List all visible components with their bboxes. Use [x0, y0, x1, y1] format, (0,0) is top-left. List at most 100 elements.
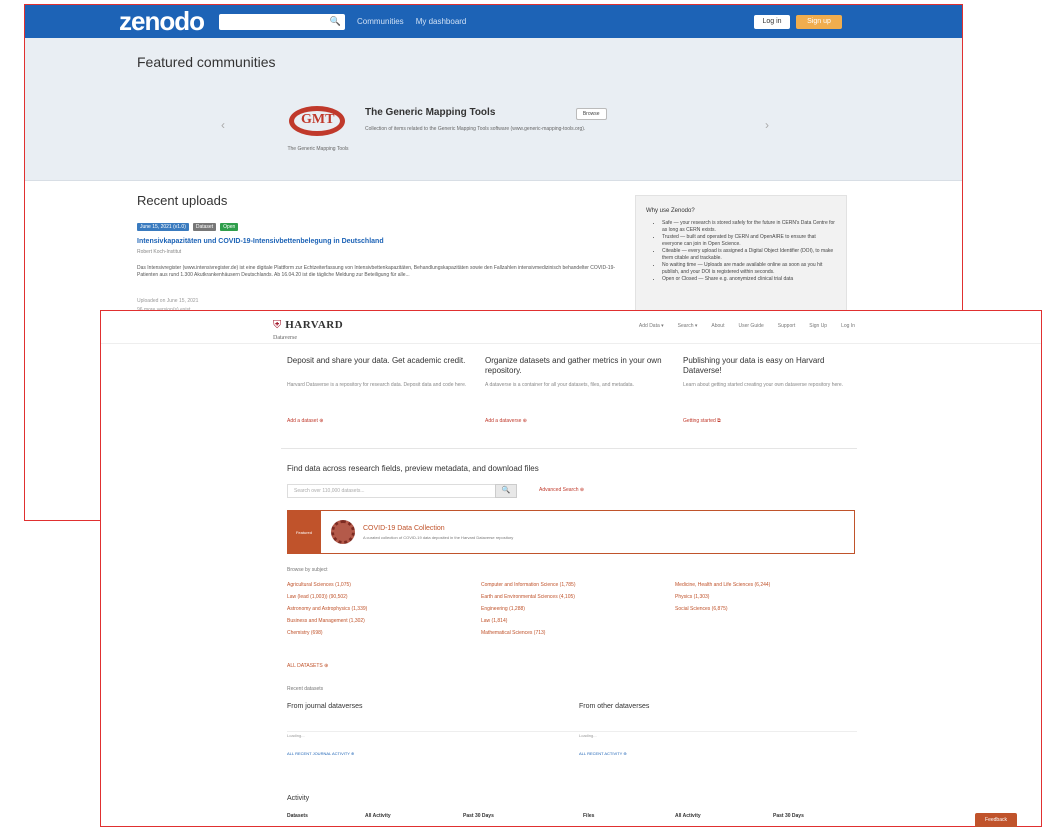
- signup-button[interactable]: Sign up: [796, 14, 842, 29]
- subject-link[interactable]: Astronomy and Astrophysics (1,339): [287, 606, 481, 613]
- virus-icon: [331, 520, 355, 544]
- subject-link[interactable]: Social Sciences (6,875): [675, 606, 869, 613]
- why-item: No waiting time — Uploads are made avail…: [662, 262, 836, 276]
- activity-header: All Activity: [365, 813, 391, 819]
- subject-link[interactable]: Law (1,814): [481, 618, 675, 625]
- menu-support[interactable]: Support: [778, 323, 796, 329]
- why-item: Trusted — built and operated by CERN and…: [662, 234, 836, 248]
- menu-search[interactable]: Search ▾: [678, 323, 698, 329]
- divider: [281, 448, 857, 449]
- community-card[interactable]: GMT The Generic Mapping Tools The Generi…: [283, 102, 607, 152]
- featured-tag: Featured: [287, 510, 321, 554]
- getting-started-link[interactable]: Getting started ⧉: [683, 418, 863, 424]
- intro-col-deposit: Deposit and share your data. Get academi…: [287, 356, 467, 424]
- activity-header: All Activity: [675, 813, 701, 819]
- subject-list: Agricultural Sciences (1,075) Computer a…: [287, 582, 869, 637]
- record-authors: Robert Koch-Institut: [137, 249, 182, 255]
- search-button[interactable]: 🔍: [495, 484, 517, 498]
- record-description: Das Intensivregister (www.intensivregist…: [137, 265, 616, 278]
- subject-link[interactable]: Computer and Information Science (1,785): [481, 582, 675, 589]
- subject-link[interactable]: Physics (1,303): [675, 594, 869, 601]
- why-item: Safe — your research is stored safely fo…: [662, 220, 836, 234]
- why-zenodo-panel: Why use Zenodo? Safe — your research is …: [635, 195, 847, 325]
- intro-text: Learn about getting started creating you…: [683, 382, 844, 388]
- all-datasets-link[interactable]: ALL DATASETS ⊕: [287, 663, 328, 669]
- zenodo-logo[interactable]: zenodo: [119, 6, 219, 37]
- community-description: Collection of items related to the Gener…: [365, 126, 586, 132]
- intro-text: Harvard Dataverse is a repository for re…: [287, 382, 467, 388]
- search-icon[interactable]: 🔍: [330, 16, 341, 27]
- version-badge: June 15, 2021 (v1.0): [137, 223, 189, 231]
- activity-header: Past 30 Days: [773, 813, 804, 819]
- subject-link[interactable]: Law (lead (1,003)) (90,502): [287, 594, 481, 601]
- why-item: Open or Closed — Share e.g. anonymized c…: [662, 276, 836, 283]
- subject-link[interactable]: Mathematical Sciences (713): [481, 630, 675, 637]
- nav-dashboard[interactable]: My dashboard: [416, 17, 467, 26]
- nav-communities[interactable]: Communities: [357, 17, 404, 26]
- other-dataverses: From other dataverses Loading... ALL REC…: [579, 703, 759, 756]
- intro-title: Deposit and share your data. Get academi…: [287, 356, 466, 365]
- covid-title[interactable]: COVID-19 Data Collection: [363, 525, 513, 532]
- zenodo-search-input[interactable]: 🔍: [219, 13, 345, 30]
- featured-communities: Featured communities ‹ › GMT The Generic…: [25, 38, 962, 181]
- activity-header: Datasets: [287, 813, 308, 819]
- loading-text: Loading...: [287, 733, 305, 738]
- search-icon: 🔍: [501, 487, 511, 494]
- carousel-prev-icon[interactable]: ‹: [221, 118, 225, 132]
- access-badge: Open: [220, 223, 239, 231]
- subject-link[interactable]: [675, 630, 869, 637]
- why-item: Citeable — every upload is assigned a Di…: [662, 248, 836, 262]
- harvard-navbar: ⛨ HARVARD Dataverse Add Data ▾ Search ▾ …: [101, 311, 1041, 344]
- carousel-next-icon[interactable]: ›: [765, 118, 769, 132]
- subject-link[interactable]: Chemistry (698): [287, 630, 481, 637]
- menu-sign-up[interactable]: Sign Up: [809, 323, 827, 329]
- add-dataverse-link[interactable]: Add a dataverse ⊕: [485, 418, 665, 424]
- menu-about[interactable]: About: [711, 323, 724, 329]
- recent-datasets-label: Recent datasets: [287, 686, 324, 692]
- intro-text: A dataverse is a container for all your …: [485, 382, 634, 388]
- intro-title: Organize datasets and gather metrics in …: [485, 356, 662, 375]
- find-data-title: Find data across research fields, previe…: [287, 464, 539, 473]
- journal-dataverses: From journal dataverses Loading... ALL R…: [287, 703, 467, 756]
- gmt-logo: GMT The Generic Mapping Tools: [283, 102, 353, 152]
- journal-activity-link[interactable]: ALL RECENT JOURNAL ACTIVITY ⊕: [287, 751, 467, 756]
- covid-text: A curated collection of COVID-19 data de…: [363, 534, 514, 540]
- recent-uploads-title: Recent uploads: [137, 193, 228, 208]
- intro-columns: Deposit and share your data. Get academi…: [287, 356, 863, 424]
- covid-collection-banner[interactable]: Featured COVID-19 Data Collection A cura…: [287, 510, 855, 554]
- record-uploaded: Uploaded on June 15, 2021: [137, 298, 199, 304]
- intro-title: Publishing your data is easy on Harvard …: [683, 356, 825, 375]
- record-title-link[interactable]: Intensivkapazitäten und COVID-19-Intensi…: [137, 238, 384, 245]
- subject-link[interactable]: [675, 618, 869, 625]
- divider: [287, 731, 857, 732]
- loading-text: Loading...: [579, 733, 597, 738]
- activity-header: Past 30 Days: [463, 813, 494, 819]
- record-badges: June 15, 2021 (v1.0) Dataset Open: [137, 223, 239, 231]
- subject-link[interactable]: Earth and Environmental Sciences (4,105): [481, 594, 675, 601]
- other-dataverses-title: From other dataverses: [579, 703, 650, 710]
- advanced-search-link[interactable]: Advanced Search ⊕: [539, 487, 584, 493]
- harvard-logo[interactable]: ⛨ HARVARD Dataverse: [273, 315, 343, 341]
- login-button[interactable]: Log in: [754, 14, 790, 29]
- activity-header: Files: [583, 813, 595, 819]
- type-badge: Dataset: [192, 223, 217, 231]
- feedback-button[interactable]: Feedback: [975, 813, 1017, 827]
- subject-link[interactable]: Business and Management (1,302): [287, 618, 481, 625]
- subject-link[interactable]: Medicine, Health and Life Sciences (6,24…: [675, 582, 869, 589]
- add-dataset-link[interactable]: Add a dataset ⊕: [287, 418, 467, 424]
- subject-link[interactable]: Engineering (1,288): [481, 606, 675, 613]
- intro-col-publish: Publishing your data is easy on Harvard …: [683, 356, 863, 424]
- activity-title: Activity: [287, 795, 310, 802]
- intro-col-organize: Organize datasets and gather metrics in …: [485, 356, 665, 424]
- dataset-search-input[interactable]: Search over 110,000 datasets...: [287, 484, 517, 498]
- browse-button[interactable]: Browse: [575, 108, 607, 120]
- menu-add-data[interactable]: Add Data ▾: [639, 323, 664, 329]
- browse-subject-label: Browse by subject: [287, 567, 328, 573]
- harvard-shield-icon: ⛨: [273, 319, 282, 331]
- menu-log-in[interactable]: Log In: [841, 323, 855, 329]
- featured-title: Featured communities: [137, 54, 276, 70]
- subject-link[interactable]: Agricultural Sciences (1,075): [287, 582, 481, 589]
- recent-activity-link[interactable]: ALL RECENT ACTIVITY ⊕: [579, 751, 759, 756]
- community-name[interactable]: The Generic Mapping Tools: [365, 107, 495, 118]
- menu-user-guide[interactable]: User Guide: [738, 323, 763, 329]
